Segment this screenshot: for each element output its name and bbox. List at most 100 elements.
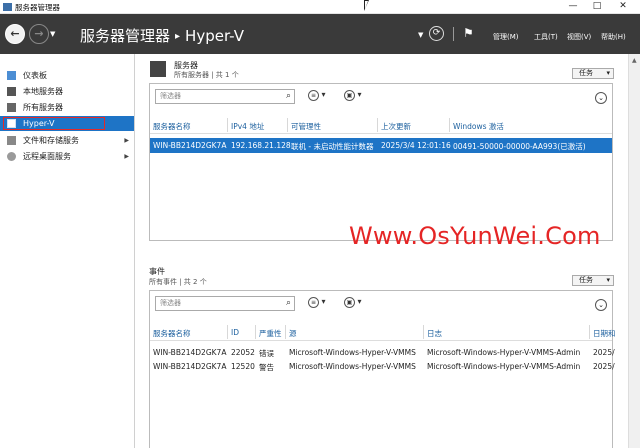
- servers-tasks-button[interactable]: 任务: [572, 68, 614, 79]
- server-name-cell: WIN-BB214D2GK7A: [153, 362, 227, 371]
- column-header[interactable]: Windows 激活: [453, 121, 504, 132]
- servers-section-subtitle: 所有服务器 | 共 1 个: [174, 71, 239, 79]
- refresh-icon[interactable]: ⟳: [429, 26, 444, 41]
- servers-filter-input[interactable]: 筛选器 ⌕: [155, 89, 295, 104]
- header-divider: [453, 27, 454, 41]
- column-divider: [255, 325, 256, 339]
- list-icon: ≡: [308, 90, 319, 101]
- menu-tools[interactable]: 工具(T): [534, 32, 558, 42]
- watermark-text: Www.OsYunWei.Com: [349, 222, 601, 250]
- sidebar-item-local-server[interactable]: 本地服务器: [0, 84, 134, 99]
- chevron-right-icon[interactable]: ▶: [124, 149, 129, 164]
- query-options-button[interactable]: ≡ ▾: [308, 297, 326, 308]
- sidebar-item-label: 仪表板: [23, 71, 47, 80]
- sidebar-item-dashboard[interactable]: 仪表板: [0, 68, 134, 83]
- column-divider: [377, 118, 378, 132]
- severity-cell: 错误: [259, 349, 274, 358]
- server-name-cell: WIN-BB214D2GK7A: [153, 141, 227, 150]
- column-divider: [227, 118, 228, 132]
- column-header[interactable]: 服务器名称: [153, 121, 191, 132]
- save-icon: ▣: [344, 90, 355, 101]
- sidebar-item-all-servers[interactable]: 所有服务器: [0, 100, 134, 115]
- date-cell: 2025/: [593, 362, 615, 371]
- table-row[interactable]: WIN-BB214D2GK7A 22052 错误 Microsoft-Windo…: [150, 345, 615, 359]
- column-header[interactable]: 日期和: [593, 328, 616, 339]
- column-header[interactable]: 服务器名称: [153, 328, 191, 339]
- save-query-button[interactable]: ▣ ▾: [344, 90, 362, 101]
- column-divider: [227, 325, 228, 339]
- save-query-button[interactable]: ▣ ▾: [344, 297, 362, 308]
- header-bar: ← → ▼ 服务器管理器 ▸ Hyper-V ▼ ⟳ ⚑ 管理(M) 工具(T) 视…: [0, 14, 640, 54]
- column-header[interactable]: 严重性: [259, 328, 282, 339]
- expand-chevron-icon[interactable]: ⌄: [595, 92, 607, 104]
- menu-view[interactable]: 视图(V): [567, 32, 591, 42]
- remote-desktop-icon: [7, 152, 16, 161]
- expand-chevron-icon[interactable]: ⌄: [595, 299, 607, 311]
- ipv4-cell: 192.168.21.128: [231, 141, 291, 150]
- table-row[interactable]: WIN-BB214D2GK7A 192.168.21.128 联机 - 未启动性…: [150, 138, 612, 153]
- source-cell: Microsoft-Windows-Hyper-V-VMMS: [289, 348, 416, 357]
- breadcrumb: 服务器管理器 ▸ Hyper-V: [80, 25, 244, 46]
- table-row[interactable]: WIN-BB214D2GK7A 12520 警告 Microsoft-Windo…: [150, 359, 615, 373]
- severity-cell: 警告: [259, 363, 274, 372]
- list-icon: ≡: [308, 297, 319, 308]
- sidebar-item-label: 远程桌面服务: [23, 152, 71, 161]
- servers-panel: 筛选器 ⌕ ≡ ▾ ▣ ▾ ⌄ 服务器名称 IPv4 地址 可管理性 上次更新 …: [149, 83, 613, 241]
- date-cell: 2025/: [593, 348, 615, 357]
- query-options-button[interactable]: ≡ ▾: [308, 90, 326, 101]
- event-id-cell: 12520: [231, 362, 255, 371]
- search-icon[interactable]: ⌕: [286, 297, 291, 310]
- storage-icon: [7, 136, 16, 145]
- activation-cell: 00491-50000-00000-AA993(已激活): [453, 142, 586, 151]
- minimize-button[interactable]: —: [566, 1, 580, 13]
- events-panel: 筛选器 ⌕ ≡ ▾ ▣ ▾ ⌄ 服务器名称 ID 严重性 源 日志 日期和 WI…: [149, 290, 616, 448]
- hyper-v-icon: [7, 119, 16, 128]
- column-header[interactable]: 上次更新: [381, 121, 411, 132]
- events-tasks-button[interactable]: 任务: [572, 275, 614, 286]
- menu-manage[interactable]: 管理(M): [493, 32, 519, 42]
- column-divider: [589, 325, 590, 339]
- forward-button[interactable]: →: [29, 24, 49, 44]
- servers-icon: [7, 103, 16, 112]
- column-header[interactable]: 日志: [427, 328, 442, 339]
- maximize-button[interactable]: □: [590, 1, 604, 13]
- notifications-flag-icon[interactable]: ⚑: [463, 27, 474, 39]
- main-content: 服务器 所有服务器 | 共 1 个 任务 筛选器 ⌕ ≡ ▾ ▣ ▾ ⌄ 服务器…: [135, 54, 628, 448]
- column-divider: [449, 118, 450, 132]
- header-underline: [150, 340, 612, 341]
- sidebar-item-remote-desktop[interactable]: 远程桌面服务 ▶: [0, 149, 134, 164]
- sidebar: 仪表板 本地服务器 所有服务器 Hyper-V 文件和存储服务 ▶ 远程桌面服务…: [0, 54, 135, 448]
- tasks-label: 任务: [579, 69, 593, 77]
- sidebar-item-label: 文件和存储服务: [23, 136, 79, 145]
- vertical-scrollbar[interactable]: ▲: [628, 54, 640, 448]
- event-id-cell: 22052: [231, 348, 255, 357]
- refresh-dropdown-icon[interactable]: ▼: [418, 31, 423, 39]
- save-icon: ▣: [344, 297, 355, 308]
- search-icon[interactable]: ⌕: [286, 90, 291, 103]
- breadcrumb-root[interactable]: 服务器管理器: [80, 27, 170, 45]
- column-header[interactable]: 源: [289, 328, 297, 339]
- highlight-box: [3, 117, 105, 130]
- history-dropdown-icon[interactable]: ▼: [50, 30, 55, 38]
- back-button[interactable]: ←: [5, 24, 25, 44]
- column-header[interactable]: IPv4 地址: [231, 121, 264, 132]
- server-name-cell: WIN-BB214D2GK7A: [153, 348, 227, 357]
- sidebar-item-file-storage[interactable]: 文件和存储服务 ▶: [0, 133, 134, 148]
- mouse-cursor-icon: [364, 0, 369, 11]
- scroll-up-icon[interactable]: ▲: [632, 57, 637, 64]
- column-header[interactable]: 可管理性: [291, 121, 321, 132]
- window-title-bar: 服务器管理器 — □ ✕: [0, 0, 640, 14]
- column-header[interactable]: ID: [231, 328, 239, 337]
- sidebar-item-label: 所有服务器: [23, 103, 63, 112]
- column-divider: [285, 325, 286, 339]
- column-divider: [287, 118, 288, 132]
- events-section-title: 事件: [149, 267, 165, 276]
- sidebar-item-hyper-v[interactable]: Hyper-V: [0, 116, 134, 131]
- log-cell: Microsoft-Windows-Hyper-V-VMMS-Admin: [427, 362, 581, 371]
- events-filter-input[interactable]: 筛选器 ⌕: [155, 296, 295, 311]
- window-title: 服务器管理器: [15, 3, 60, 12]
- menu-help[interactable]: 帮助(H): [601, 32, 626, 42]
- chevron-right-icon[interactable]: ▶: [124, 133, 129, 148]
- dashboard-icon: [7, 71, 16, 80]
- close-button[interactable]: ✕: [616, 1, 630, 13]
